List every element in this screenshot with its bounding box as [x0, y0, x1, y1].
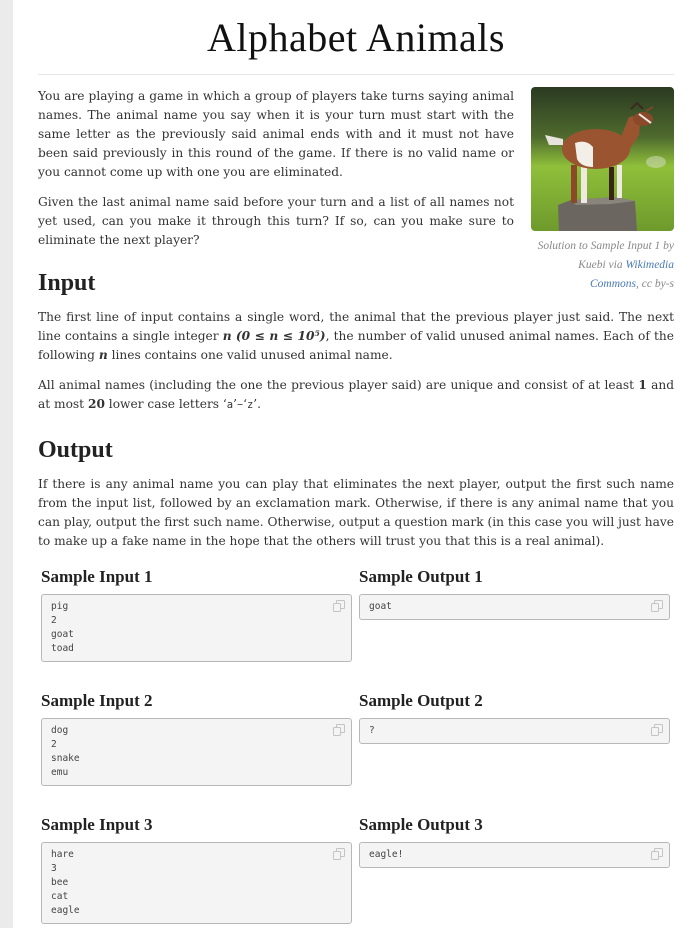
input-constraints-paragraph: All animal names (including the one the …: [38, 376, 674, 415]
text-run: lines contains one valid unused animal n…: [107, 348, 393, 362]
input-heading: Input: [38, 270, 96, 296]
sample-input-box[interactable]: hare 3 bee cat eagle: [41, 842, 352, 924]
statement-paragraph: Given the last animal name said before y…: [38, 195, 514, 247]
goat-image: [531, 87, 674, 231]
input-paragraph: The first line of input contains a singl…: [38, 308, 674, 365]
min-length: 1: [638, 378, 647, 392]
sample-input-panel: Sample Input 1 pig 2 goat toad: [41, 564, 352, 662]
sample-input-box[interactable]: pig 2 goat toad: [41, 594, 352, 662]
sample-input-box[interactable]: dog 2 snake emu: [41, 718, 352, 786]
sample-input-text[interactable]: pig 2 goat toad: [51, 600, 342, 656]
sample-output-heading: Sample Output 1: [359, 567, 483, 586]
text-run: lower case letters ‘: [104, 397, 227, 411]
text-run: ’.: [253, 397, 262, 411]
output-heading: Output: [38, 437, 113, 463]
copy-icon[interactable]: [650, 599, 664, 613]
sample-output-panel: Sample Output 3 eagle!: [359, 812, 670, 868]
max-length: 20: [87, 397, 105, 411]
sample-output-panel: Sample Output 1 goat: [359, 564, 670, 620]
text-run: ’–‘: [233, 397, 247, 411]
output-section: Output If there is any animal name you c…: [38, 437, 674, 551]
sample-output-text[interactable]: goat: [369, 600, 660, 614]
copy-icon[interactable]: [650, 723, 664, 737]
title-divider: [38, 74, 674, 75]
sample-output-heading: Sample Output 2: [359, 691, 483, 710]
copy-icon[interactable]: [332, 599, 346, 613]
copy-icon[interactable]: [332, 847, 346, 861]
sample-input-text[interactable]: dog 2 snake emu: [51, 724, 342, 780]
problem-page: Alphabet Animals You are playing a game …: [38, 0, 674, 924]
sample-output-box[interactable]: goat: [359, 594, 670, 620]
page-title: Alphabet Animals: [207, 15, 505, 60]
sample-output-text[interactable]: eagle!: [369, 848, 660, 862]
problem-statement: You are playing a game in which a group …: [38, 87, 514, 250]
copy-icon[interactable]: [650, 847, 664, 861]
sample-input-panel: Sample Input 2 dog 2 snake emu: [41, 688, 352, 786]
sample-output-box[interactable]: eagle!: [359, 842, 670, 868]
math-variable-n: n: [98, 348, 108, 362]
sample-input-heading: Sample Input 1: [41, 567, 153, 586]
sample-input-panel: Sample Input 3 hare 3 bee cat eagle: [41, 812, 352, 924]
illustration-figure: Solution to Sample Input 1 by Kuebi via …: [528, 87, 674, 294]
sample-output-text[interactable]: ?: [369, 724, 660, 738]
copy-icon[interactable]: [332, 723, 346, 737]
sample-input-heading: Sample Input 2: [41, 691, 153, 710]
sample-input-heading: Sample Input 3: [41, 815, 153, 834]
statement-paragraph: You are playing a game in which a group …: [38, 89, 514, 179]
math-constraint: (0 ≤ n ≤ 10⁵): [235, 329, 326, 343]
sample-input-text[interactable]: hare 3 bee cat eagle: [51, 848, 342, 918]
text-run: All animal names (including the one the …: [38, 378, 639, 392]
left-gutter: [0, 0, 13, 928]
sample-output-heading: Sample Output 3: [359, 815, 483, 834]
math-variable-n: n: [222, 329, 232, 343]
sample-output-panel: Sample Output 2 ?: [359, 688, 670, 744]
input-section: Input The first line of input contains a…: [38, 270, 674, 415]
output-paragraph: If there is any animal name you can play…: [38, 477, 674, 548]
sample-output-box[interactable]: ?: [359, 718, 670, 744]
